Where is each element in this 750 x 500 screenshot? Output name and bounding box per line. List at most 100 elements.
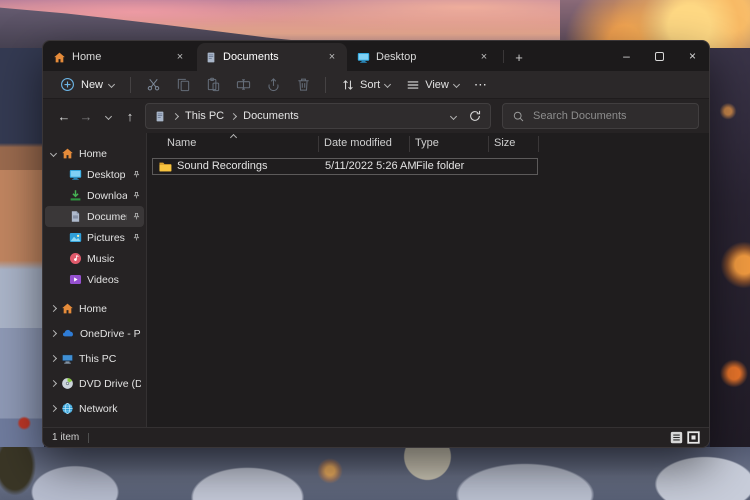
sidebar-item-music[interactable]: Music xyxy=(45,248,144,269)
music-icon xyxy=(69,252,82,265)
file-explorer-window: Home × Documents × Desktop × + – × xyxy=(42,40,710,448)
maximize-button[interactable] xyxy=(643,41,676,71)
close-button[interactable]: × xyxy=(676,41,709,71)
pin-icon xyxy=(132,212,141,221)
cut-button[interactable] xyxy=(138,73,168,97)
column-divider xyxy=(488,136,489,152)
details-view-button[interactable] xyxy=(670,431,683,444)
sidebar-item-network[interactable]: Network xyxy=(45,396,144,421)
onedrive-cloud-icon xyxy=(61,327,75,340)
sidebar-item-videos[interactable]: Videos xyxy=(45,269,144,290)
view-button-label: View xyxy=(425,79,449,91)
collapse-icon[interactable] xyxy=(50,305,57,312)
column-header-type[interactable]: Type xyxy=(415,137,439,149)
window-controls: – × xyxy=(610,41,709,71)
sidebar-item-pictures[interactable]: Pictures xyxy=(45,227,144,248)
sidebar-item-label: Home xyxy=(79,303,107,315)
sidebar-item-dvd-drive[interactable]: DVD Drive (D:) CCCO xyxy=(45,371,144,396)
toolbar-divider xyxy=(130,77,131,93)
wallpaper-right-buildings xyxy=(710,48,750,500)
sort-ascending-icon xyxy=(230,134,237,141)
column-header-date-modified[interactable]: Date modified xyxy=(324,137,392,149)
up-button[interactable]: ↑ xyxy=(119,105,141,127)
sidebar-item-home[interactable]: Home xyxy=(45,143,144,164)
sidebar-item-documents[interactable]: Documents xyxy=(45,206,144,227)
tab-close-icon[interactable]: × xyxy=(173,51,187,63)
trash-icon xyxy=(296,77,311,92)
column-header-name[interactable]: Name xyxy=(167,137,196,149)
downloads-icon xyxy=(69,189,82,202)
sidebar-item-label: Network xyxy=(79,403,118,415)
file-list-pane: Name Date modified Type Size Sound Recor… xyxy=(146,133,709,427)
sidebar-item-label: DVD Drive (D:) CCCO xyxy=(79,378,141,390)
chevron-right-icon xyxy=(230,112,237,119)
breadcrumb-segment-documents[interactable]: Documents xyxy=(243,110,299,122)
tab-documents[interactable]: Documents × xyxy=(197,43,347,71)
clipboard-icon xyxy=(206,77,221,92)
paste-button[interactable] xyxy=(198,73,228,97)
sidebar-item-desktop[interactable]: Desktop xyxy=(45,164,144,185)
window-body: Home Desktop Downloads Documents xyxy=(43,133,709,427)
pin-icon xyxy=(132,233,141,242)
copy-icon xyxy=(176,77,191,92)
forward-button[interactable]: → xyxy=(75,105,97,127)
home-icon xyxy=(61,147,74,160)
dvd-drive-icon xyxy=(61,377,74,390)
tab-label: Desktop xyxy=(376,51,416,63)
column-header-size[interactable]: Size xyxy=(494,137,515,149)
desktop-icon xyxy=(69,168,82,181)
item-count: 1 item xyxy=(52,432,79,443)
sidebar-item-downloads[interactable]: Downloads xyxy=(45,185,144,206)
status-bar: 1 item xyxy=(43,427,709,447)
file-row-sound-recordings[interactable]: Sound Recordings 5/11/2022 5:26 AM File … xyxy=(152,158,538,175)
new-tab-button[interactable]: + xyxy=(508,46,530,68)
file-name[interactable]: Sound Recordings xyxy=(177,160,268,172)
tab-home[interactable]: Home × xyxy=(45,43,195,71)
chevron-right-icon xyxy=(172,112,179,119)
chevron-down-icon xyxy=(108,81,115,88)
collapse-icon[interactable] xyxy=(50,380,57,387)
pin-icon xyxy=(132,191,141,200)
breadcrumb-segment-this-pc[interactable]: This PC xyxy=(185,110,224,122)
refresh-icon[interactable] xyxy=(468,109,482,123)
rename-button[interactable] xyxy=(228,73,258,97)
sort-button[interactable]: Sort xyxy=(333,75,398,95)
share-button[interactable] xyxy=(258,73,288,97)
tab-label: Documents xyxy=(223,51,279,63)
wallpaper-left-buildings xyxy=(0,48,44,500)
document-icon xyxy=(205,51,217,64)
sidebar-item-label: Documents xyxy=(87,211,127,223)
pin-icon xyxy=(132,170,141,179)
recent-locations-button[interactable] xyxy=(97,105,119,127)
expand-icon[interactable] xyxy=(50,150,57,157)
tab-desktop[interactable]: Desktop × xyxy=(349,43,499,71)
minimize-button[interactable]: – xyxy=(610,41,643,71)
maximize-icon xyxy=(655,52,664,61)
sidebar-item-label: Music xyxy=(87,253,114,265)
breadcrumb[interactable]: This PC Documents xyxy=(145,103,491,129)
pictures-icon xyxy=(69,231,82,244)
copy-button[interactable] xyxy=(168,73,198,97)
search-box[interactable] xyxy=(502,103,699,129)
large-icons-view-button[interactable] xyxy=(687,431,700,444)
sort-button-label: Sort xyxy=(360,79,380,91)
back-button[interactable]: ← xyxy=(53,105,75,127)
tab-bar: Home × Documents × Desktop × + – × xyxy=(43,41,709,71)
tab-close-icon[interactable]: × xyxy=(477,51,491,63)
delete-button[interactable] xyxy=(288,73,318,97)
tab-label: Home xyxy=(72,51,101,63)
sidebar-item-home-group[interactable]: Home xyxy=(45,296,144,321)
collapse-icon[interactable] xyxy=(50,405,57,412)
tab-close-icon[interactable]: × xyxy=(325,51,339,63)
search-input[interactable] xyxy=(533,110,689,122)
collapse-icon[interactable] xyxy=(50,355,57,362)
new-button[interactable]: New xyxy=(51,74,123,95)
view-button[interactable]: View xyxy=(398,75,467,95)
address-dropdown-icon[interactable] xyxy=(450,112,457,119)
more-options-button[interactable]: ⋯ xyxy=(467,77,495,93)
this-pc-icon xyxy=(61,352,74,365)
sidebar-item-this-pc[interactable]: This PC xyxy=(45,346,144,371)
status-divider xyxy=(88,433,89,443)
sidebar-item-onedrive[interactable]: OneDrive - Personal xyxy=(45,321,144,346)
collapse-icon[interactable] xyxy=(50,330,57,337)
